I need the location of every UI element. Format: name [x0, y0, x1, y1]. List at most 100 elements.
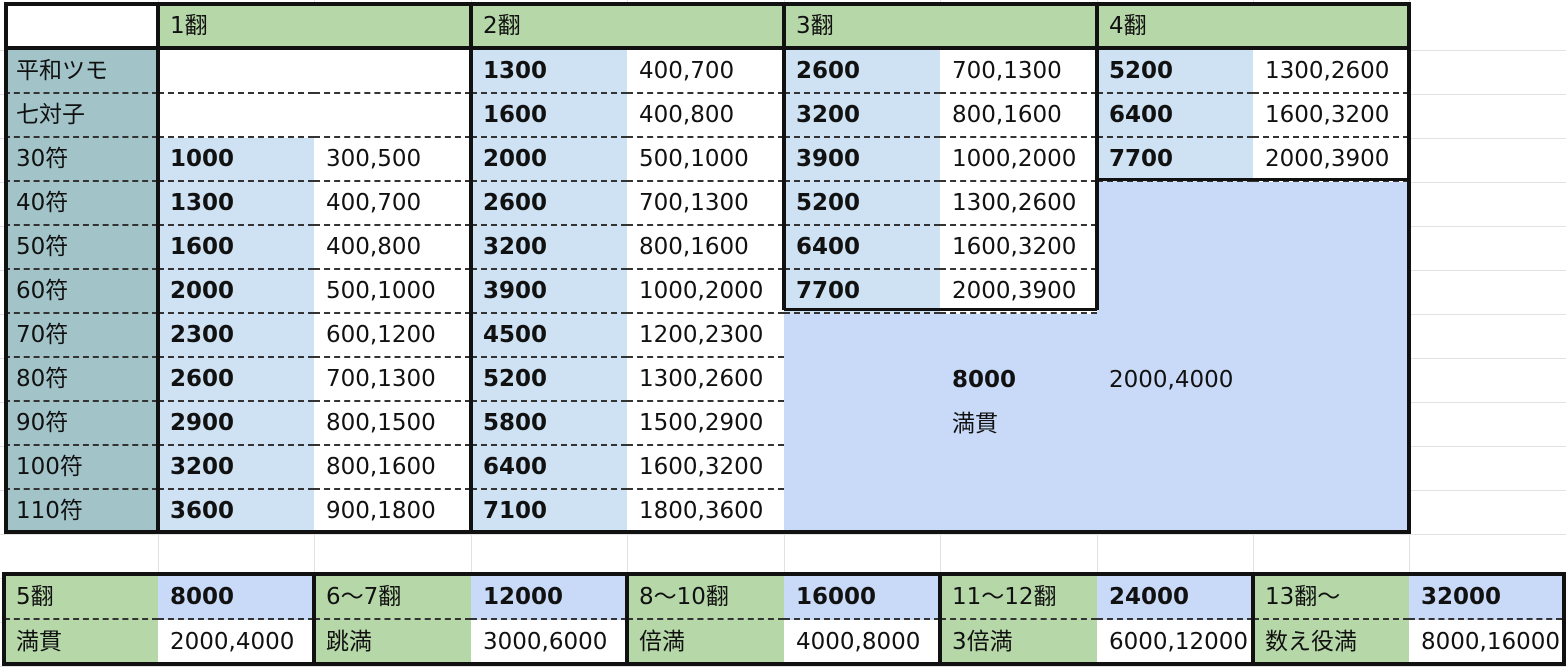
split-cell[interactable]: 500,1000: [314, 270, 471, 314]
mangan-split[interactable]: 2000,4000: [1097, 358, 1253, 402]
points-cell[interactable]: 3600: [158, 490, 314, 534]
split-cell[interactable]: 700,1300: [627, 182, 784, 226]
points-cell[interactable]: 7700: [1097, 138, 1253, 182]
points-cell[interactable]: 6400: [1097, 94, 1253, 138]
limit-split[interactable]: 3000,6000: [471, 620, 627, 664]
split-cell[interactable]: 1600,3200: [1253, 94, 1409, 138]
points-cell[interactable]: 1600: [158, 226, 314, 270]
points-cell[interactable]: 2600: [471, 182, 627, 226]
split-cell[interactable]: 400,700: [314, 182, 471, 226]
points-cell[interactable]: 5200: [784, 182, 940, 226]
fu-label[interactable]: 90符: [4, 402, 158, 446]
limit-split[interactable]: 2000,4000: [158, 620, 314, 664]
fu-label[interactable]: 30符: [4, 138, 158, 182]
fu-label[interactable]: 50符: [4, 226, 158, 270]
points-cell[interactable]: 3200: [471, 226, 627, 270]
split-cell[interactable]: 400,800: [627, 94, 784, 138]
points-cell[interactable]: 2900: [158, 402, 314, 446]
points-cell[interactable]: [158, 50, 314, 94]
points-cell[interactable]: 3200: [784, 94, 940, 138]
points-cell[interactable]: 1300: [158, 182, 314, 226]
limit-points[interactable]: 8000: [158, 576, 314, 620]
points-cell[interactable]: [158, 94, 314, 138]
points-cell[interactable]: 7100: [471, 490, 627, 534]
limit-points[interactable]: 16000: [784, 576, 940, 620]
split-cell[interactable]: [314, 50, 471, 94]
points-cell[interactable]: 3900: [471, 270, 627, 314]
limit-points[interactable]: 12000: [471, 576, 627, 620]
fu-label[interactable]: 110符: [4, 490, 158, 534]
split-cell[interactable]: 800,1500: [314, 402, 471, 446]
mangan-name[interactable]: 満貫: [940, 402, 1097, 446]
split-cell[interactable]: 1300,2600: [940, 182, 1097, 226]
points-cell[interactable]: 3900: [784, 138, 940, 182]
limit-name[interactable]: 数え役満: [1253, 620, 1409, 664]
fu-label[interactable]: 60符: [4, 270, 158, 314]
limit-han[interactable]: 5翻: [4, 576, 158, 620]
limit-name[interactable]: 満貫: [4, 620, 158, 664]
split-cell[interactable]: 400,800: [314, 226, 471, 270]
fu-label[interactable]: 平和ツモ: [4, 50, 158, 94]
split-cell[interactable]: 700,1300: [314, 358, 471, 402]
points-cell[interactable]: 6400: [784, 226, 940, 270]
split-cell[interactable]: 300,500: [314, 138, 471, 182]
limit-han[interactable]: 6〜7翻: [314, 576, 471, 620]
split-cell[interactable]: [314, 94, 471, 138]
points-cell[interactable]: 4500: [471, 314, 627, 358]
points-cell[interactable]: 1600: [471, 94, 627, 138]
split-cell[interactable]: 400,700: [627, 50, 784, 94]
limit-divider: [938, 572, 942, 666]
points-cell[interactable]: 5800: [471, 402, 627, 446]
split-cell[interactable]: 2000,3900: [1253, 138, 1409, 182]
limit-name[interactable]: 倍満: [627, 620, 784, 664]
limit-name[interactable]: 3倍満: [940, 620, 1097, 664]
points-cell[interactable]: 2600: [784, 50, 940, 94]
points-cell[interactable]: 2300: [158, 314, 314, 358]
han-header-1[interactable]: 1翻: [158, 4, 471, 48]
points-cell[interactable]: 6400: [471, 446, 627, 490]
points-cell[interactable]: 1300: [471, 50, 627, 94]
fu-label[interactable]: 70符: [4, 314, 158, 358]
points-cell[interactable]: 3200: [158, 446, 314, 490]
split-cell[interactable]: 1300,2600: [1253, 50, 1409, 94]
limit-points[interactable]: 32000: [1409, 576, 1562, 620]
split-cell[interactable]: 800,1600: [314, 446, 471, 490]
limit-points[interactable]: 24000: [1097, 576, 1253, 620]
limit-split[interactable]: 4000,8000: [784, 620, 940, 664]
limit-han[interactable]: 13翻〜: [1253, 576, 1409, 620]
points-cell[interactable]: 2600: [158, 358, 314, 402]
fu-label[interactable]: 100符: [4, 446, 158, 490]
split-cell[interactable]: 800,1600: [627, 226, 784, 270]
split-cell[interactable]: 1200,2300: [627, 314, 784, 358]
points-cell[interactable]: 2000: [471, 138, 627, 182]
split-cell[interactable]: 1600,3200: [940, 226, 1097, 270]
fu-label[interactable]: 40符: [4, 182, 158, 226]
limit-split[interactable]: 6000,12000: [1097, 620, 1253, 664]
points-cell[interactable]: 5200: [1097, 50, 1253, 94]
points-cell[interactable]: 5200: [471, 358, 627, 402]
split-cell[interactable]: 1300,2600: [627, 358, 784, 402]
split-cell[interactable]: 1000,2000: [940, 138, 1097, 182]
fu-label[interactable]: 80符: [4, 358, 158, 402]
han-header-2[interactable]: 2翻: [471, 4, 784, 48]
han-header-4[interactable]: 4翻: [1097, 4, 1409, 48]
han-header-3[interactable]: 3翻: [784, 4, 1097, 48]
limit-han[interactable]: 11〜12翻: [940, 576, 1097, 620]
split-cell[interactable]: 900,1800: [314, 490, 471, 534]
split-cell[interactable]: 600,1200: [314, 314, 471, 358]
limit-han[interactable]: 8〜10翻: [627, 576, 784, 620]
limit-split[interactable]: 8000,16000: [1409, 620, 1562, 664]
corner-cell[interactable]: [4, 4, 158, 48]
points-cell[interactable]: 2000: [158, 270, 314, 314]
split-cell[interactable]: 1500,2900: [627, 402, 784, 446]
split-cell[interactable]: 700,1300: [940, 50, 1097, 94]
mangan-points[interactable]: 8000: [940, 358, 1097, 402]
points-cell[interactable]: 1000: [158, 138, 314, 182]
limit-name[interactable]: 跳満: [314, 620, 471, 664]
split-cell[interactable]: 1800,3600: [627, 490, 784, 534]
fu-label[interactable]: 七対子: [4, 94, 158, 138]
split-cell[interactable]: 1600,3200: [627, 446, 784, 490]
split-cell[interactable]: 500,1000: [627, 138, 784, 182]
split-cell[interactable]: 1000,2000: [627, 270, 784, 314]
split-cell[interactable]: 800,1600: [940, 94, 1097, 138]
